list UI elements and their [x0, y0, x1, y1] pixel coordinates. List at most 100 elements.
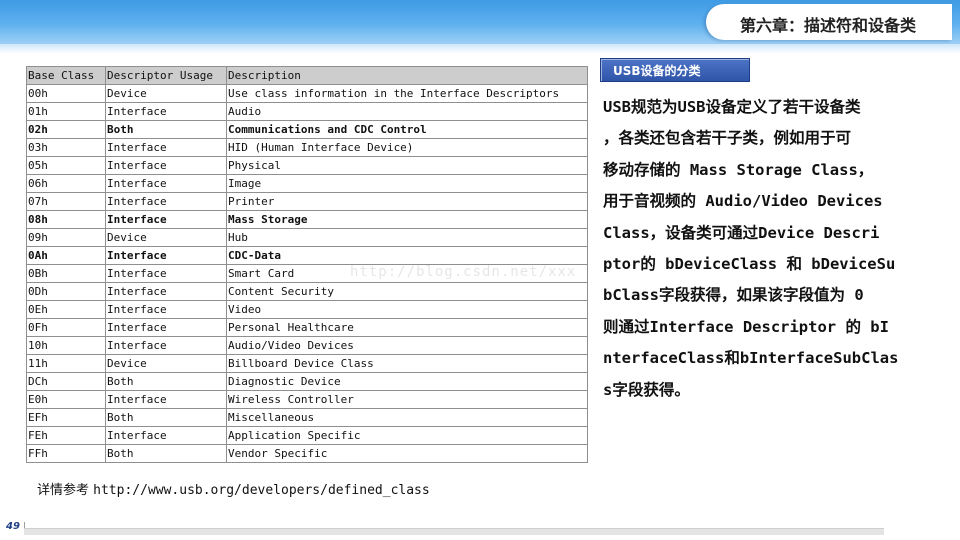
cell-description: Personal Healthcare: [226, 318, 588, 337]
cell-description: Wireless Controller: [226, 390, 588, 409]
cell-base-class: 10h: [26, 336, 106, 355]
table-row: 01h Interface Audio: [26, 102, 588, 121]
cell-base-class: 00h: [26, 84, 106, 103]
cell-base-class: 0Eh: [26, 300, 106, 319]
body-text-line: s字段获得。: [603, 380, 690, 399]
cell-description: Miscellaneous: [226, 408, 588, 427]
cell-descriptor-usage: Interface: [105, 264, 227, 283]
cell-descriptor-usage: Interface: [105, 192, 227, 211]
table-row: 00h Device Use class information in the In…: [26, 84, 588, 103]
body-text-line: ，各类还包含若干子类，例如用于可: [603, 129, 852, 148]
footer-rule: [24, 528, 884, 535]
cell-description: CDC-Data: [226, 246, 588, 265]
table-header-row: Base Class Descriptor Usage Description: [26, 66, 588, 85]
cell-description: Printer: [226, 192, 588, 211]
table-row: DCh Both Diagnostic Device: [26, 372, 588, 391]
cell-base-class: 06h: [26, 174, 106, 193]
cell-descriptor-usage: Device: [105, 228, 227, 247]
reference-line: 详情参考 http://www.usb.org/developers/defin…: [37, 479, 430, 498]
chapter-title: 第六章：描述符和设备类: [740, 16, 917, 35]
cell-description: Vendor Specific: [226, 444, 588, 463]
cell-descriptor-usage: Interface: [105, 138, 227, 157]
table-row: FFh Both Vendor Specific: [26, 444, 588, 463]
cell-base-class: 0Ah: [26, 246, 106, 265]
body-text-line: bClass字段获得，如果该字段值为 0: [603, 286, 864, 305]
cell-descriptor-usage: Interface: [105, 390, 227, 409]
table-row: 02h Both Communications and CDC Control: [26, 120, 588, 139]
cell-description: Audio/Video Devices: [226, 336, 588, 355]
cell-descriptor-usage: Both: [105, 444, 227, 463]
cell-description: Video: [226, 300, 588, 319]
cell-description: Diagnostic Device: [226, 372, 588, 391]
cell-base-class: 11h: [26, 354, 106, 373]
section-badge: USB设备的分类: [600, 58, 750, 82]
table-row: 06h Interface Image: [26, 174, 588, 193]
table-row: E0h Interface Wireless Controller: [26, 390, 588, 409]
cell-base-class: EFh: [26, 408, 106, 427]
cell-base-class: 0Bh: [26, 264, 106, 283]
cell-base-class: 03h: [26, 138, 106, 157]
column-header-descriptor-usage: Descriptor Usage: [105, 66, 227, 85]
cell-descriptor-usage: Interface: [105, 300, 227, 319]
cell-descriptor-usage: Interface: [105, 102, 227, 121]
cell-base-class: E0h: [26, 390, 106, 409]
table-row: 08h Interface Mass Storage: [26, 210, 588, 229]
cell-descriptor-usage: Interface: [105, 246, 227, 265]
cell-base-class: 05h: [26, 156, 106, 175]
column-header-description: Description: [226, 66, 588, 85]
cell-base-class: 02h: [26, 120, 106, 139]
watermark: http://blog.csdn.net/xxx: [350, 264, 577, 280]
cell-description: Content Security: [226, 282, 588, 301]
cell-base-class: FFh: [26, 444, 106, 463]
header-band-fade: [0, 44, 960, 54]
cell-descriptor-usage: Interface: [105, 156, 227, 175]
body-text-line: 则通过Interface Descriptor 的 bI: [603, 317, 889, 336]
chapter-title-tab: 第六章：描述符和设备类: [706, 4, 952, 40]
cell-base-class: 09h: [26, 228, 106, 247]
cell-base-class: FEh: [26, 426, 106, 445]
cell-description: HID (Human Interface Device): [226, 138, 588, 157]
table-row: EFh Both Miscellaneous: [26, 408, 588, 427]
cell-description: Billboard Device Class: [226, 354, 588, 373]
cell-descriptor-usage: Both: [105, 408, 227, 427]
cell-descriptor-usage: Device: [105, 354, 227, 373]
table-row: 07h Interface Printer: [26, 192, 588, 211]
table-row: 03h Interface HID (Human Interface Device): [26, 138, 588, 157]
cell-base-class: 08h: [26, 210, 106, 229]
cell-descriptor-usage: Device: [105, 84, 227, 103]
body-text-line: Class，设备类可通过Device Descri: [603, 223, 880, 242]
column-header-base-class: Base Class: [26, 66, 106, 85]
body-text-line: ptor的 bDeviceClass 和 bDeviceSu: [603, 254, 896, 273]
table-row: 0Eh Interface Video: [26, 300, 588, 319]
table-row: 09h Device Hub: [26, 228, 588, 247]
body-text-line: 用于音视频的 Audio/Video Devices: [603, 192, 883, 211]
table-row: 11h Device Billboard Device Class: [26, 354, 588, 373]
cell-descriptor-usage: Interface: [105, 210, 227, 229]
cell-description: Hub: [226, 228, 588, 247]
table-row: 0Fh Interface Personal Healthcare: [26, 318, 588, 337]
table-row: FEh Interface Application Specific: [26, 426, 588, 445]
cell-description: Use class information in the Interface D…: [226, 84, 588, 103]
cell-descriptor-usage: Interface: [105, 318, 227, 337]
table-row: 10h Interface Audio/Video Devices: [26, 336, 588, 355]
cell-descriptor-usage: Interface: [105, 282, 227, 301]
cell-description: Communications and CDC Control: [226, 120, 588, 139]
cell-description: Mass Storage: [226, 210, 588, 229]
body-text-line: USB规范为USB设备定义了若干设备类: [603, 98, 861, 116]
section-body-text: USB规范为USB设备定义了若干设备类 ，各类还包含若干子类，例如用于可移动存储的…: [603, 92, 908, 406]
cell-descriptor-usage: Both: [105, 372, 227, 391]
cell-descriptor-usage: Both: [105, 120, 227, 139]
cell-description: Image: [226, 174, 588, 193]
cell-description: Application Specific: [226, 426, 588, 445]
body-text-line: nterfaceClass和bInterfaceSubClas: [603, 349, 899, 368]
cell-base-class: DCh: [26, 372, 106, 391]
cell-base-class: 07h: [26, 192, 106, 211]
reference-label: 详情参考: [37, 483, 90, 498]
cell-descriptor-usage: Interface: [105, 336, 227, 355]
cell-base-class: 01h: [26, 102, 106, 121]
reference-url[interactable]: http://www.usb.org/developers/defined_cl…: [93, 483, 430, 498]
cell-base-class: 0Dh: [26, 282, 106, 301]
body-text-line: 移动存储的 Mass Storage Class，: [603, 160, 874, 179]
table-row: 05h Interface Physical: [26, 156, 588, 175]
cell-descriptor-usage: Interface: [105, 174, 227, 193]
